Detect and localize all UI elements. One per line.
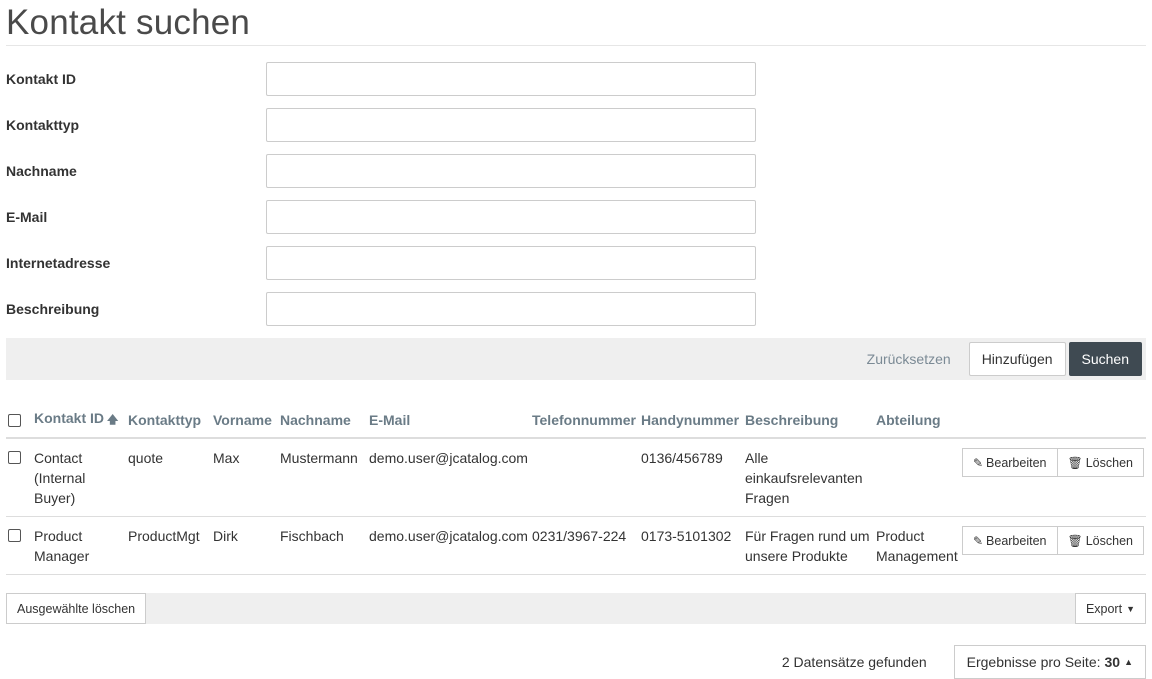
export-button[interactable]: Export ▼ — [1074, 593, 1146, 624]
internetadresse-label: Internetadresse — [6, 255, 111, 271]
row-actions: ✎ Bearbeiten 🗑 Löschen — [961, 448, 1144, 477]
kontakttyp-label: Kontakttyp — [6, 117, 80, 133]
cell-nachname: Fischbach — [278, 516, 367, 575]
form-row-beschreibung: Beschreibung — [6, 286, 1146, 332]
internetadresse-input[interactable] — [266, 246, 756, 280]
form-row-email: E-Mail — [6, 194, 1146, 240]
search-button[interactable]: Suchen — [1068, 342, 1142, 376]
kontakt-id-input[interactable] — [266, 62, 756, 96]
results-footer: 2 Datensätze gefunden Ergebnisse pro Sei… — [6, 645, 1146, 679]
cell-beschreibung: Für Fragen rund um unsere Produkte — [743, 516, 874, 575]
col-kontakt-id-label: Kontakt ID — [34, 410, 104, 426]
cell-nachname: Mustermann — [278, 438, 367, 517]
results-table: Kontakt ID 🡅 Kontakttyp Vorname Nachname … — [6, 404, 1146, 575]
cell-kontakt-id: Product Manager — [32, 516, 126, 575]
row-actions: ✎ Bearbeiten 🗑 Löschen — [961, 526, 1144, 555]
select-all-cell — [6, 404, 32, 439]
edit-label: Bearbeiten — [986, 455, 1047, 470]
cell-handynummer: 0136/456789 — [639, 438, 743, 517]
cell-actions: ✎ Bearbeiten 🗑 Löschen — [961, 516, 1146, 575]
pencil-icon: ✎ — [972, 533, 984, 548]
per-page-value: 30 — [1104, 654, 1121, 670]
trash-icon: 🗑 — [1067, 533, 1083, 548]
select-all-checkbox[interactable] — [8, 413, 21, 427]
cell-telefonnummer: 0231/3967-224 — [530, 516, 639, 575]
cell-email: demo.user@jcatalog.com — [367, 516, 530, 575]
kontakttyp-input[interactable] — [266, 108, 756, 142]
col-kontakt-id[interactable]: Kontakt ID 🡅 — [32, 404, 126, 439]
col-kontakttyp[interactable]: Kontakttyp — [126, 404, 211, 439]
table-row: Product Manager ProductMgt Dirk Fischbac… — [6, 516, 1146, 575]
cell-kontakttyp: ProductMgt — [126, 516, 211, 575]
row-select-cell — [6, 438, 32, 517]
result-count: 2 Datensätze gefunden — [781, 654, 927, 670]
per-page-label: Ergebnisse pro Seite: — [966, 654, 1101, 670]
edit-label: Bearbeiten — [986, 533, 1047, 548]
caret-down-icon: ▼ — [1126, 603, 1135, 614]
row-checkbox[interactable] — [8, 529, 21, 542]
kontakt-id-label: Kontakt ID — [6, 71, 76, 87]
row-select-cell — [6, 516, 32, 575]
cell-vorname: Dirk — [211, 516, 278, 575]
col-abteilung[interactable]: Abteilung — [874, 404, 967, 439]
edit-button[interactable]: ✎ Bearbeiten — [961, 526, 1058, 555]
cell-abteilung — [874, 438, 967, 517]
delete-button[interactable]: 🗑 Löschen — [1057, 526, 1144, 555]
reset-button[interactable]: Zurücksetzen — [855, 342, 963, 376]
delete-label: Löschen — [1085, 533, 1133, 548]
col-email[interactable]: E-Mail — [367, 404, 530, 439]
export-label: Export — [1085, 601, 1123, 616]
search-action-bar: Zurücksetzen Hinzufügen Suchen — [6, 338, 1146, 380]
delete-selected-button[interactable]: Ausgewählte löschen — [6, 593, 147, 624]
page: Kontakt suchen Kontakt ID Kontakttyp Nac… — [0, 0, 1152, 679]
edit-button[interactable]: ✎ Bearbeiten — [961, 448, 1058, 477]
add-button[interactable]: Hinzufügen — [968, 342, 1066, 376]
cell-beschreibung: Alle einkaufsrelevanten Fragen — [743, 438, 874, 517]
cell-vorname: Max — [211, 438, 278, 517]
cell-handynummer: 0173-5101302 — [639, 516, 743, 575]
col-actions — [967, 404, 1146, 439]
form-row-internetadresse: Internetadresse — [6, 240, 1146, 286]
col-beschreibung[interactable]: Beschreibung — [743, 404, 874, 439]
form-row-kontakttyp: Kontakttyp — [6, 102, 1146, 148]
cell-telefonnummer — [530, 438, 639, 517]
cell-email: demo.user@jcatalog.com — [367, 438, 530, 517]
row-checkbox[interactable] — [8, 451, 21, 464]
results-per-page-dropdown[interactable]: Ergebnisse pro Seite: 30 ▲ — [953, 645, 1146, 679]
cell-actions: ✎ Bearbeiten 🗑 Löschen — [961, 438, 1146, 517]
form-row-kontakt-id: Kontakt ID — [6, 56, 1146, 102]
col-vorname[interactable]: Vorname — [211, 404, 278, 439]
caret-up-icon: ▲ — [1124, 657, 1133, 667]
nachname-label: Nachname — [6, 163, 77, 179]
beschreibung-label: Beschreibung — [6, 301, 100, 317]
bulk-action-bar: Ausgewählte löschen Export ▼ — [6, 593, 1146, 624]
col-telefonnummer[interactable]: Telefonnummer — [530, 404, 639, 439]
page-title: Kontakt suchen — [6, 0, 1146, 46]
table-header-row: Kontakt ID 🡅 Kontakttyp Vorname Nachname … — [6, 404, 1146, 439]
form-row-nachname: Nachname — [6, 148, 1146, 194]
cell-kontakt-id: Contact (Internal Buyer) — [32, 438, 126, 517]
col-nachname[interactable]: Nachname — [278, 404, 367, 439]
pencil-icon: ✎ — [972, 455, 984, 470]
col-handynummer[interactable]: Handynummer — [639, 404, 743, 439]
cell-kontakttyp: quote — [126, 438, 211, 517]
arrow-up-icon: 🡅 — [107, 414, 119, 426]
delete-label: Löschen — [1085, 455, 1133, 470]
cell-abteilung: Product Management — [874, 516, 967, 575]
nachname-input[interactable] — [266, 154, 756, 188]
email-label: E-Mail — [6, 209, 48, 225]
table-row: Contact (Internal Buyer) quote Max Muste… — [6, 438, 1146, 517]
search-form: Kontakt ID Kontakttyp Nachname E-Mail In… — [6, 56, 1146, 332]
beschreibung-input[interactable] — [266, 292, 756, 326]
email-input[interactable] — [266, 200, 756, 234]
trash-icon: 🗑 — [1067, 455, 1083, 470]
delete-button[interactable]: 🗑 Löschen — [1057, 448, 1144, 477]
